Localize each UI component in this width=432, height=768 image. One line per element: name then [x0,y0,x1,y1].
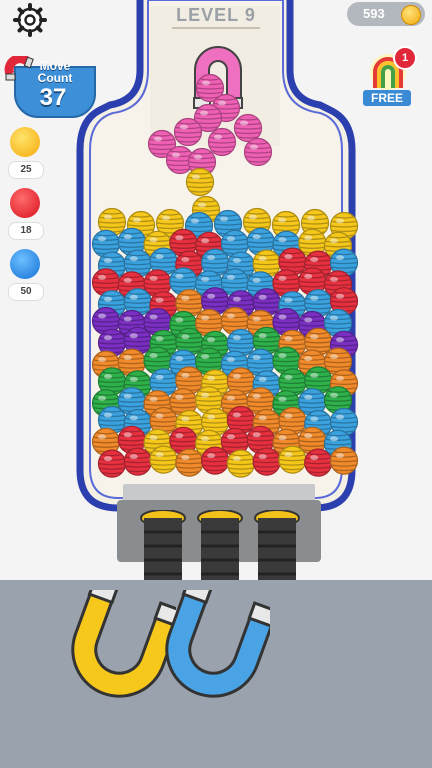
pink-ball [243,137,273,167]
yellow-ball [149,445,178,474]
yellow-ball [185,167,215,197]
red-ball [123,447,152,476]
yellow-ball [278,445,307,474]
orange-ball [329,446,359,475]
red-ball [97,449,127,478]
pink-ball [173,117,203,147]
pink-ball [233,113,263,143]
blue-magnet[interactable] [160,590,270,700]
orange-ball [175,448,204,477]
tube-right [254,510,300,580]
yellow-ball [226,449,255,478]
red-ball [201,446,230,475]
tube-left [140,510,186,580]
tube-middle [197,510,243,580]
red-ball [252,447,281,476]
red-ball [304,448,333,477]
pink-ball [207,127,237,157]
